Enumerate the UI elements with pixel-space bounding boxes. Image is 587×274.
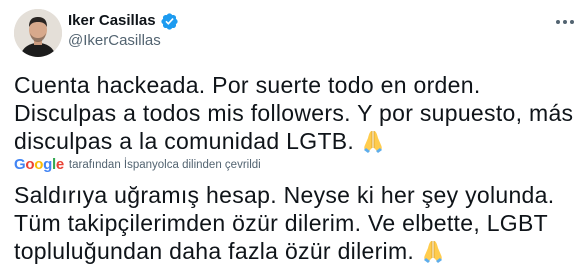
tweet-text: Cuenta hackeada. Por suerte todo en orde… <box>14 71 579 155</box>
translation-attribution[interactable]: Google tarafından İspanyolca dilinden çe… <box>14 156 261 174</box>
folded-hands-emoji <box>360 128 386 154</box>
author-name-row[interactable]: Iker Casillas <box>68 11 179 31</box>
more-dots-icon[interactable] <box>553 10 577 34</box>
google-logo: Google <box>14 156 64 173</box>
author-display-name[interactable]: Iker Casillas <box>68 11 156 31</box>
avatar[interactable] <box>14 9 62 57</box>
translated-text-content: Saldırıya uğramış hesap. Neyse ki her şe… <box>14 182 555 264</box>
tweet-text-content: Cuenta hackeada. Por suerte todo en orde… <box>14 72 574 154</box>
translation-caption: tarafından İspanyolca dilinden çevrildi <box>68 159 261 171</box>
author-handle[interactable]: @IkerCasillas <box>68 31 161 51</box>
folded-hands-emoji <box>420 238 446 264</box>
verified-badge-icon <box>160 12 179 31</box>
translated-text: Saldırıya uğramış hesap. Neyse ki her şe… <box>14 181 579 265</box>
